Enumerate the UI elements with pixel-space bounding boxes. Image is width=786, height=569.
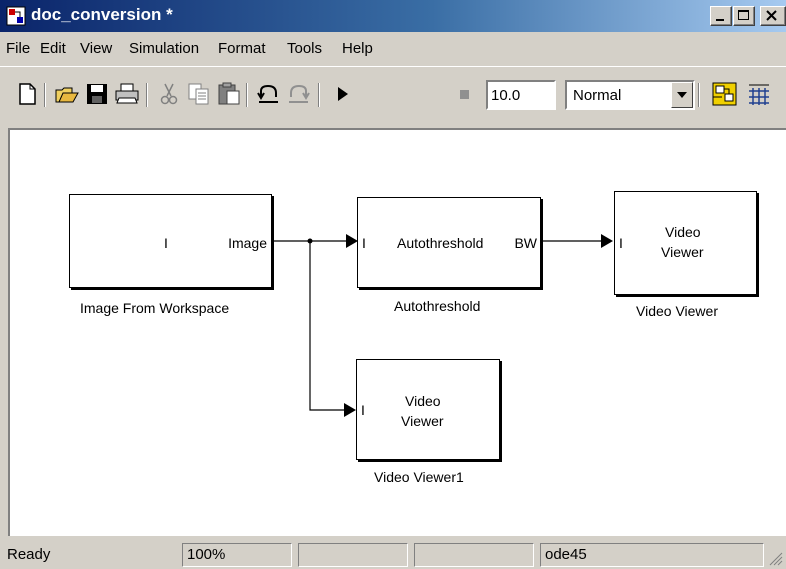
status-state: Ready: [7, 546, 51, 563]
toolbar-separator: [146, 83, 148, 107]
port-label-i: I: [362, 235, 366, 251]
maximize-button[interactable]: [733, 6, 755, 26]
open-icon: [55, 87, 79, 103]
menu-help[interactable]: Help: [342, 40, 373, 57]
port-label-i: I: [164, 235, 168, 251]
redo-button[interactable]: [286, 81, 312, 107]
undo-button[interactable]: [256, 81, 282, 107]
status-empty-2: [414, 543, 534, 567]
video-viewer-line2: Viewer: [661, 244, 704, 260]
dropdown-arrow-button[interactable]: [671, 82, 693, 108]
paste-button[interactable]: [216, 81, 242, 107]
port-label-i: I: [619, 235, 623, 251]
model-explorer-button[interactable]: [746, 81, 772, 107]
status-empty-1: [298, 543, 408, 567]
simulink-app-icon[interactable]: [6, 6, 26, 26]
video-viewer1-line1: Video: [405, 393, 441, 409]
video-viewer-line1: Video: [665, 224, 701, 240]
cut-button[interactable]: [156, 81, 182, 107]
redo-icon: [289, 84, 310, 103]
video-viewer-block[interactable]: I Video Viewer: [614, 191, 757, 295]
stop-time-input[interactable]: 10.0: [486, 80, 556, 110]
stop-simulation-button[interactable]: [452, 81, 478, 107]
arrowhead: [601, 234, 613, 248]
close-icon: [766, 10, 777, 21]
autothreshold-block[interactable]: I Autothreshold BW: [357, 197, 541, 288]
video-viewer1-line2: Viewer: [401, 413, 444, 429]
play-icon: [338, 87, 348, 101]
start-simulation-button[interactable]: [330, 81, 356, 107]
menu-tools[interactable]: Tools: [287, 40, 322, 57]
open-button[interactable]: [54, 81, 80, 107]
paste-icon: [218, 82, 240, 105]
title-bar: doc_conversion *: [0, 0, 786, 32]
toolbar-separator: [698, 83, 700, 107]
print-icon: [115, 83, 139, 104]
model-canvas[interactable]: I Image Image From Workspace I Autothres…: [8, 128, 786, 536]
arrowhead: [344, 403, 356, 417]
menu-edit[interactable]: Edit: [40, 40, 66, 57]
cut-icon: [160, 83, 178, 105]
menu-format[interactable]: Format: [218, 40, 266, 57]
video-viewer1-block[interactable]: I Video Viewer: [356, 359, 500, 460]
window-title: doc_conversion *: [31, 5, 173, 24]
stop-icon: [460, 90, 469, 99]
model-explorer-icon: [749, 84, 769, 105]
save-icon: [87, 84, 107, 104]
image-from-workspace-block[interactable]: I Image: [69, 194, 272, 288]
toolbar-separator: [44, 83, 46, 107]
status-solver: ode45: [540, 543, 764, 567]
port-label-i: I: [361, 402, 365, 418]
chevron-down-icon: [677, 92, 687, 98]
undo-icon: [257, 84, 278, 103]
simulation-mode-select[interactable]: Normal: [565, 80, 695, 110]
library-browser-icon: [712, 82, 737, 106]
new-model-button[interactable]: [14, 81, 40, 107]
video-viewer1-label[interactable]: Video Viewer1: [374, 469, 464, 485]
simulation-mode-value: Normal: [573, 87, 622, 104]
menu-view[interactable]: View: [80, 40, 112, 57]
copy-button[interactable]: [186, 81, 212, 107]
menu-file[interactable]: File: [6, 40, 30, 57]
minimize-button[interactable]: [710, 6, 732, 26]
close-button[interactable]: [760, 6, 786, 26]
maximize-icon: [738, 10, 749, 20]
status-bar: Ready 100% ode45: [0, 539, 786, 569]
autothreshold-block-name: Autothreshold: [397, 235, 484, 251]
menu-simulation[interactable]: Simulation: [129, 40, 199, 57]
save-button[interactable]: [84, 81, 110, 107]
signal-line-branch-to-viewer1: [309, 241, 346, 411]
status-zoom: 100%: [182, 543, 292, 567]
library-browser-button[interactable]: [712, 81, 738, 107]
new-icon: [19, 83, 36, 105]
copy-icon: [188, 83, 209, 105]
video-viewer-label[interactable]: Video Viewer: [636, 303, 718, 319]
toolbar-separator: [318, 83, 320, 107]
resize-grip-icon[interactable]: [768, 551, 784, 567]
autothreshold-label[interactable]: Autothreshold: [394, 298, 480, 314]
port-label-bw: BW: [514, 235, 537, 251]
minimize-icon: [716, 19, 724, 21]
print-button[interactable]: [114, 81, 140, 107]
image-from-workspace-label[interactable]: Image From Workspace: [80, 300, 229, 316]
port-label-image: Image: [228, 235, 267, 251]
toolbar-separator: [246, 83, 248, 107]
menu-bar: File Edit View Simulation Format Tools H…: [0, 32, 786, 64]
